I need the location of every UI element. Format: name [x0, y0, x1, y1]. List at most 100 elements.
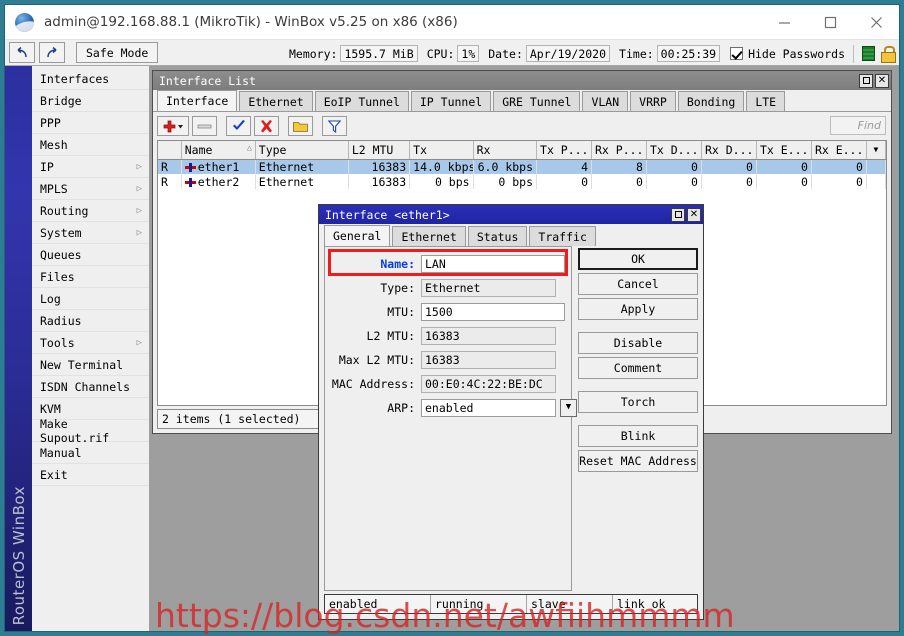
table-row[interactable]: R ether1 Ethernet 16383 14.0 kbps 6.0 kb… — [158, 159, 886, 174]
sidebar-item-exit[interactable]: Exit — [32, 464, 149, 486]
disable-button[interactable]: Disable — [578, 332, 698, 354]
sidebar-item-routing[interactable]: Routing ▷ — [32, 200, 149, 222]
safe-mode-button[interactable]: Safe Mode — [76, 42, 159, 63]
col-tx-drops[interactable]: Tx D... — [646, 141, 702, 160]
tab-eoip-tunnel[interactable]: EoIP Tunnel — [314, 91, 409, 111]
col-rx[interactable]: Rx — [473, 141, 538, 160]
cell-name-text: ether1 — [197, 159, 240, 174]
cell-rx-drops: 0 — [701, 174, 757, 189]
cell-tx: 14.0 kbps — [409, 159, 474, 174]
restore-icon[interactable] — [671, 207, 685, 222]
sidebar-item-isdn-channels[interactable]: ISDN Channels — [32, 376, 149, 398]
sidebar-item-mpls[interactable]: MPLS ▷ — [32, 178, 149, 200]
enable-button[interactable] — [226, 116, 251, 136]
tab-vlan[interactable]: VLAN — [582, 91, 629, 111]
winbox-main-window: admin@192.168.88.1 (MikroTik) - WinBox v… — [4, 4, 900, 632]
title-bar: admin@192.168.88.1 (MikroTik) - WinBox v… — [5, 5, 899, 39]
interface-list-title: Interface List — [159, 73, 256, 88]
tab-vrrp[interactable]: VRRP — [630, 91, 676, 111]
table-row[interactable]: R ether2 Ethernet 16383 0 bps 0 bps 0 0 … — [158, 174, 886, 189]
minimize-icon[interactable] — [761, 5, 807, 39]
routeros-brand-label: RouterOS WinBox — [9, 485, 28, 625]
disable-button[interactable] — [254, 116, 279, 136]
close-icon[interactable] — [853, 5, 899, 39]
sidebar-item-mesh[interactable]: Mesh — [32, 134, 149, 156]
remove-button[interactable] — [192, 116, 217, 136]
sidebar-item-files[interactable]: Files — [32, 266, 149, 288]
sidebar-item-manual[interactable]: Manual — [32, 442, 149, 464]
mtu-input[interactable]: 1500 — [421, 302, 565, 321]
sidebar-item-tools[interactable]: Tools ▷ — [32, 332, 149, 354]
sidebar-item-label: Files — [40, 269, 75, 284]
sidebar-item-make-supout[interactable]: Make Supout.rif — [32, 417, 149, 445]
col-name[interactable]: Name — [181, 141, 256, 160]
name-label: Name: — [380, 256, 415, 271]
name-input[interactable]: LAN — [421, 254, 565, 273]
col-rx-packets[interactable]: Rx P... — [591, 141, 647, 160]
sidebar-item-bridge[interactable]: Bridge — [32, 90, 149, 112]
tab-ethernet[interactable]: Ethernet — [392, 226, 466, 246]
comment-button[interactable]: Comment — [578, 357, 698, 379]
apply-button[interactable]: Apply — [578, 298, 698, 320]
col-type[interactable]: Type — [255, 141, 349, 160]
tab-label: Ethernet — [401, 229, 457, 244]
tab-status[interactable]: Status — [467, 226, 528, 246]
tab-bonding[interactable]: Bonding — [677, 91, 745, 111]
tab-ethernet[interactable]: Ethernet — [239, 91, 313, 111]
col-tx-errors[interactable]: Tx E... — [756, 141, 812, 160]
interface-dialog-title-bar[interactable]: Interface <ether1> ✕ — [319, 205, 703, 224]
sidebar-item-ip[interactable]: IP ▷ — [32, 156, 149, 178]
tab-general[interactable]: General — [324, 225, 391, 246]
close-icon[interactable]: ✕ — [687, 207, 701, 222]
col-rx-errors[interactable]: Rx E... — [811, 141, 867, 160]
blink-button[interactable]: Blink — [578, 425, 698, 447]
sidebar-item-queues[interactable]: Queues — [32, 244, 149, 266]
status-running: running — [431, 595, 527, 613]
comment-button[interactable] — [288, 116, 313, 136]
arp-select[interactable]: enabled — [421, 398, 556, 417]
field-row-mtu: MTU: 1500 — [325, 300, 571, 323]
sidebar-item-new-terminal[interactable]: New Terminal — [32, 354, 149, 376]
add-button[interactable] — [157, 116, 189, 136]
tab-ip-tunnel[interactable]: IP Tunnel — [410, 91, 492, 111]
reset-mac-address-button[interactable]: Reset MAC Address — [578, 450, 698, 472]
close-icon[interactable]: ✕ — [875, 73, 889, 88]
restore-icon[interactable] — [859, 73, 873, 88]
redo-icon[interactable] — [39, 42, 65, 63]
interface-list-tabs: Interface Ethernet EoIP Tunnel IP Tunnel… — [153, 90, 891, 112]
sidebar-item-interfaces[interactable]: Interfaces — [32, 68, 149, 90]
sidebar-item-ppp[interactable]: PPP — [32, 112, 149, 134]
tab-gre-tunnel[interactable]: GRE Tunnel — [493, 91, 581, 111]
filter-button[interactable] — [322, 116, 347, 136]
sidebar-item-radius[interactable]: Radius — [32, 310, 149, 332]
tab-traffic[interactable]: Traffic — [529, 226, 596, 246]
sidebar-item-log[interactable]: Log — [32, 288, 149, 310]
col-rx-drops[interactable]: Rx D... — [701, 141, 757, 160]
tab-interface[interactable]: Interface — [157, 90, 238, 111]
col-tx-packets[interactable]: Tx P... — [536, 141, 592, 160]
col-l2mtu[interactable]: L2 MTU — [348, 141, 411, 160]
chevron-right-icon: ▷ — [136, 161, 142, 172]
tab-lte[interactable]: LTE — [746, 91, 786, 111]
sidebar-item-system[interactable]: System ▷ — [32, 222, 149, 244]
sidebar-item-label: PPP — [40, 115, 61, 130]
cell-name-text: ether2 — [197, 174, 240, 189]
cancel-button[interactable]: Cancel — [578, 273, 698, 295]
ok-button[interactable]: OK — [578, 248, 698, 270]
find-input[interactable]: Find — [830, 116, 886, 135]
lock-icon[interactable] — [881, 46, 896, 63]
hide-passwords-checkbox[interactable]: Hide Passwords — [730, 47, 845, 61]
maximize-icon[interactable] — [807, 5, 853, 39]
interface-table: Name Type L2 MTU Tx Rx Tx P... Rx P... T… — [158, 141, 886, 189]
undo-icon[interactable] — [9, 42, 35, 63]
col-tx[interactable]: Tx — [409, 141, 474, 160]
interface-dialog-status-bar: enabled running slave link ok — [324, 594, 698, 614]
interface-list-title-bar[interactable]: Interface List ✕ — [153, 71, 891, 90]
tab-label: Ethernet — [248, 94, 304, 109]
type-value: Ethernet — [421, 278, 556, 297]
col-flag[interactable] — [158, 141, 182, 160]
chevron-down-icon[interactable]: ▼ — [560, 398, 577, 417]
sidebar-item-label: Routing — [40, 203, 89, 218]
column-chooser-icon[interactable]: ▼ — [866, 141, 886, 160]
torch-button[interactable]: Torch — [578, 391, 698, 413]
